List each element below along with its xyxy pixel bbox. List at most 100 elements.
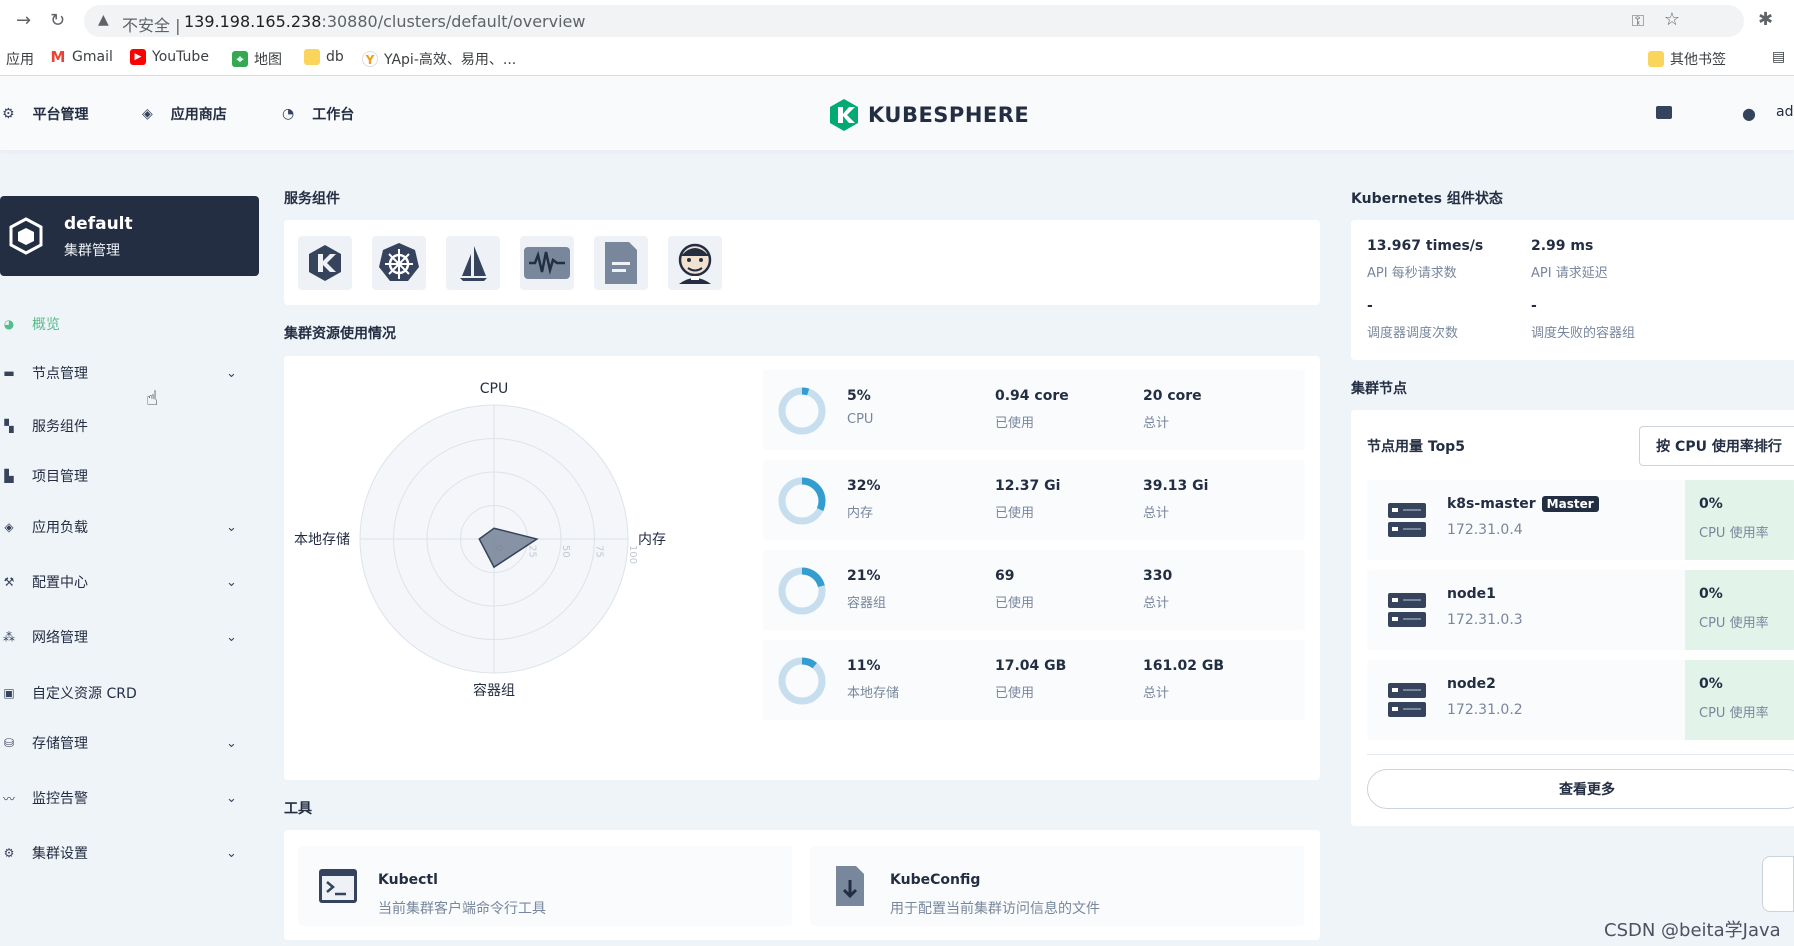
sidebar-item-workloads[interactable]: ◈ 应用负载 ⌄	[0, 512, 250, 542]
sidebar-item-components[interactable]: ▚ 服务组件	[0, 411, 250, 441]
kubesphere-icon[interactable]	[298, 236, 352, 290]
warning-icon: ▲	[98, 12, 109, 28]
bookmark-yapi[interactable]: Y YApi-高效、易用、...	[362, 49, 516, 69]
bookmark-apps[interactable]: 应用	[6, 49, 34, 69]
storage-ring-gauge	[778, 657, 826, 705]
node-row-master[interactable]: k8s-master Master 172.31.0.4 0% CPU 使用率	[1367, 480, 1794, 560]
node-row-node2[interactable]: node2 172.31.0.2 0% CPU 使用率	[1367, 660, 1794, 740]
nodes-subtitle: 节点用量 Top5	[1367, 439, 1465, 455]
hand-cursor-icon: ☝	[146, 386, 159, 410]
star-icon[interactable]: ☆	[1664, 9, 1680, 30]
folder-icon	[1648, 51, 1664, 67]
cogwheel-icon: ⚙	[3, 846, 15, 860]
metric-row-storage: 11% 本地存储 17.04 GB 已使用 161.02 GB 总计	[763, 640, 1305, 720]
chevron-down-icon: ⌄	[226, 735, 237, 751]
kubernetes-icon[interactable]	[372, 236, 426, 290]
maps-icon: ⌖	[232, 51, 248, 67]
dashboard-icon: ◕	[3, 317, 15, 331]
axis-label-storage: 本地存储	[294, 532, 350, 548]
monitoring-icon[interactable]	[520, 236, 574, 290]
tool-kubectl[interactable]: Kubectl 当前集群客户端命令行工具	[298, 846, 792, 926]
pods-ring-gauge	[778, 567, 826, 615]
radar-tick-label: 100	[627, 545, 638, 564]
view-more-button[interactable]: 查看更多	[1367, 769, 1794, 809]
node-cpu-usage: 0% CPU 使用率	[1685, 660, 1794, 740]
resources-title: 集群资源使用情况	[284, 326, 396, 342]
sidebar-item-config[interactable]: ⚒ 配置中心 ⌄	[0, 567, 250, 597]
user-icon[interactable]: ●	[1742, 104, 1756, 123]
tools-panel: Kubectl 当前集群客户端命令行工具 KubeConfig 用于配置当前集群…	[284, 830, 1320, 940]
tool-kubeconfig[interactable]: KubeConfig 用于配置当前集群访问信息的文件	[810, 846, 1304, 926]
radar-tick-label: 50	[560, 545, 571, 558]
master-badge: Master	[1541, 496, 1599, 512]
cluster-card[interactable]: default 集群管理	[0, 196, 259, 276]
axis-label-memory: 内存	[638, 532, 666, 548]
nav-workbench[interactable]: ◔ 工作台	[282, 104, 354, 124]
bookmark-db[interactable]: db	[304, 49, 344, 65]
istio-icon[interactable]	[446, 236, 500, 290]
cpu-ring-gauge	[778, 387, 826, 435]
jenkins-icon[interactable]	[668, 236, 722, 290]
hammer-icon: ⚒	[3, 575, 15, 589]
sidebar-item-crd[interactable]: ▣ 自定义资源 CRD	[0, 678, 250, 708]
floating-toolbox-tab[interactable]	[1762, 856, 1794, 912]
nodes-panel: 节点用量 Top5 按 CPU 使用率排行 k8s-master Master 1…	[1351, 410, 1794, 826]
forward-icon[interactable]: →	[16, 10, 31, 31]
bookmark-gmail[interactable]: M Gmail	[50, 49, 113, 65]
sidebar-item-storage[interactable]: ⛁ 存储管理 ⌄	[0, 728, 250, 758]
insecure-label: 不安全 |	[122, 16, 181, 35]
kubesphere-logo[interactable]: KUBESPHERE	[828, 98, 1029, 132]
bookmark-youtube[interactable]: ▶ YouTube	[130, 49, 209, 65]
username[interactable]: ad	[1776, 104, 1793, 120]
nav-appstore[interactable]: ◈ 应用商店	[142, 104, 227, 124]
node-row-node1[interactable]: node1 172.31.0.3 0% CPU 使用率	[1367, 570, 1794, 650]
sidebar-item-monitoring[interactable]: 〰监控告警 ⌄	[0, 783, 250, 813]
resources-panel: 0255075100 CPU 内存 容器组 本地存储 5% CPU 0.94 c…	[284, 356, 1320, 780]
url-input[interactable]: ▲ 不安全 | 139.198.165.238:30880/clusters/d…	[84, 5, 1744, 37]
logging-icon[interactable]	[594, 236, 648, 290]
radar-chart: 0255075100 CPU 内存 容器组 本地存储	[294, 381, 666, 699]
server-icon	[1388, 683, 1426, 717]
bookmark-maps[interactable]: ⌖ 地图	[232, 49, 282, 69]
reading-list-icon[interactable]: ▤	[1772, 49, 1785, 65]
cluster-icon	[9, 217, 43, 255]
cluster-subtitle: 集群管理	[64, 243, 120, 259]
gmail-icon: M	[50, 48, 66, 66]
sidebar-item-overview[interactable]: ◕ 概览	[0, 309, 250, 339]
sidebar-item-network[interactable]: ⁂ 网络管理 ⌄	[0, 622, 250, 652]
extension-icon[interactable]: ✱	[1758, 9, 1773, 30]
monitor-icon: 〰	[2, 791, 15, 806]
divider	[1367, 754, 1794, 755]
storage-icon: ⛁	[3, 736, 15, 750]
sort-by-cpu-button[interactable]: 按 CPU 使用率排行	[1639, 426, 1794, 466]
app-header: ⚙ 平台管理 ◈ 应用商店 ◔ 工作台 KUBESPHERE ● ad	[0, 76, 1794, 150]
services-panel	[284, 220, 1320, 305]
cluster-name: default	[64, 214, 133, 234]
chevron-down-icon: ⌄	[226, 790, 237, 806]
sidebar-item-nodes[interactable]: ▬ 节点管理 ⌄	[0, 358, 250, 388]
layers-icon: ◈	[142, 106, 153, 122]
tools-title: 工具	[284, 801, 312, 817]
crd-icon: ▣	[3, 686, 15, 700]
key-icon[interactable]: ⚿	[1632, 11, 1644, 31]
watermark: CSDN @beita学Java	[1604, 920, 1781, 941]
youtube-icon: ▶	[130, 49, 146, 65]
reload-icon[interactable]: ↻	[50, 10, 65, 31]
chevron-down-icon: ⌄	[226, 574, 237, 590]
sidebar-item-settings[interactable]: ⚙ 集群设置 ⌄	[0, 838, 250, 868]
terminal-icon	[319, 869, 357, 903]
node-cpu-usage: 0% CPU 使用率	[1685, 480, 1794, 560]
file-download-icon	[836, 866, 864, 906]
axis-label-cpu: CPU	[480, 381, 508, 397]
yapi-icon: Y	[362, 51, 378, 67]
nodes-title: 集群节点	[1351, 381, 1407, 397]
url-text: 139.198.165.238:30880/clusters/default/o…	[184, 12, 586, 31]
bookmark-other[interactable]: 其他书签	[1648, 49, 1726, 69]
book-icon[interactable]	[1656, 106, 1672, 119]
appcluster-icon: ◈	[4, 520, 14, 534]
browser-address-bar: → ↻ ▲ 不安全 | 139.198.165.238:30880/cluste…	[0, 0, 1794, 42]
metric-row-memory: 32% 内存 12.37 Gi 已使用 39.13 Gi 总计	[763, 460, 1305, 540]
chevron-down-icon: ⌄	[226, 365, 237, 381]
sidebar-item-projects[interactable]: ▙ 项目管理	[0, 461, 250, 491]
nav-platform[interactable]: ⚙ 平台管理	[2, 104, 89, 124]
